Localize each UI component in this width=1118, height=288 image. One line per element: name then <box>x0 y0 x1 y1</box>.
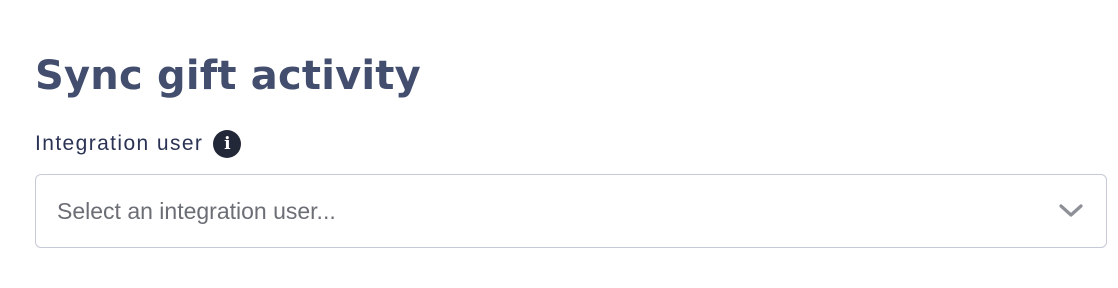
section-title: Sync gift activity <box>35 53 421 99</box>
info-icon[interactable]: i <box>213 130 242 158</box>
integration-user-label-row: Integration user i <box>35 130 1107 158</box>
chevron-down-icon <box>1059 204 1083 217</box>
integration-user-select-placeholder: Select an integration user... <box>57 197 336 224</box>
integration-user-select[interactable]: Select an integration user... <box>35 174 1107 248</box>
sync-gift-activity-section: Sync gift activity Integration user i Se… <box>35 48 1107 248</box>
integration-user-label: Integration user <box>35 132 204 155</box>
